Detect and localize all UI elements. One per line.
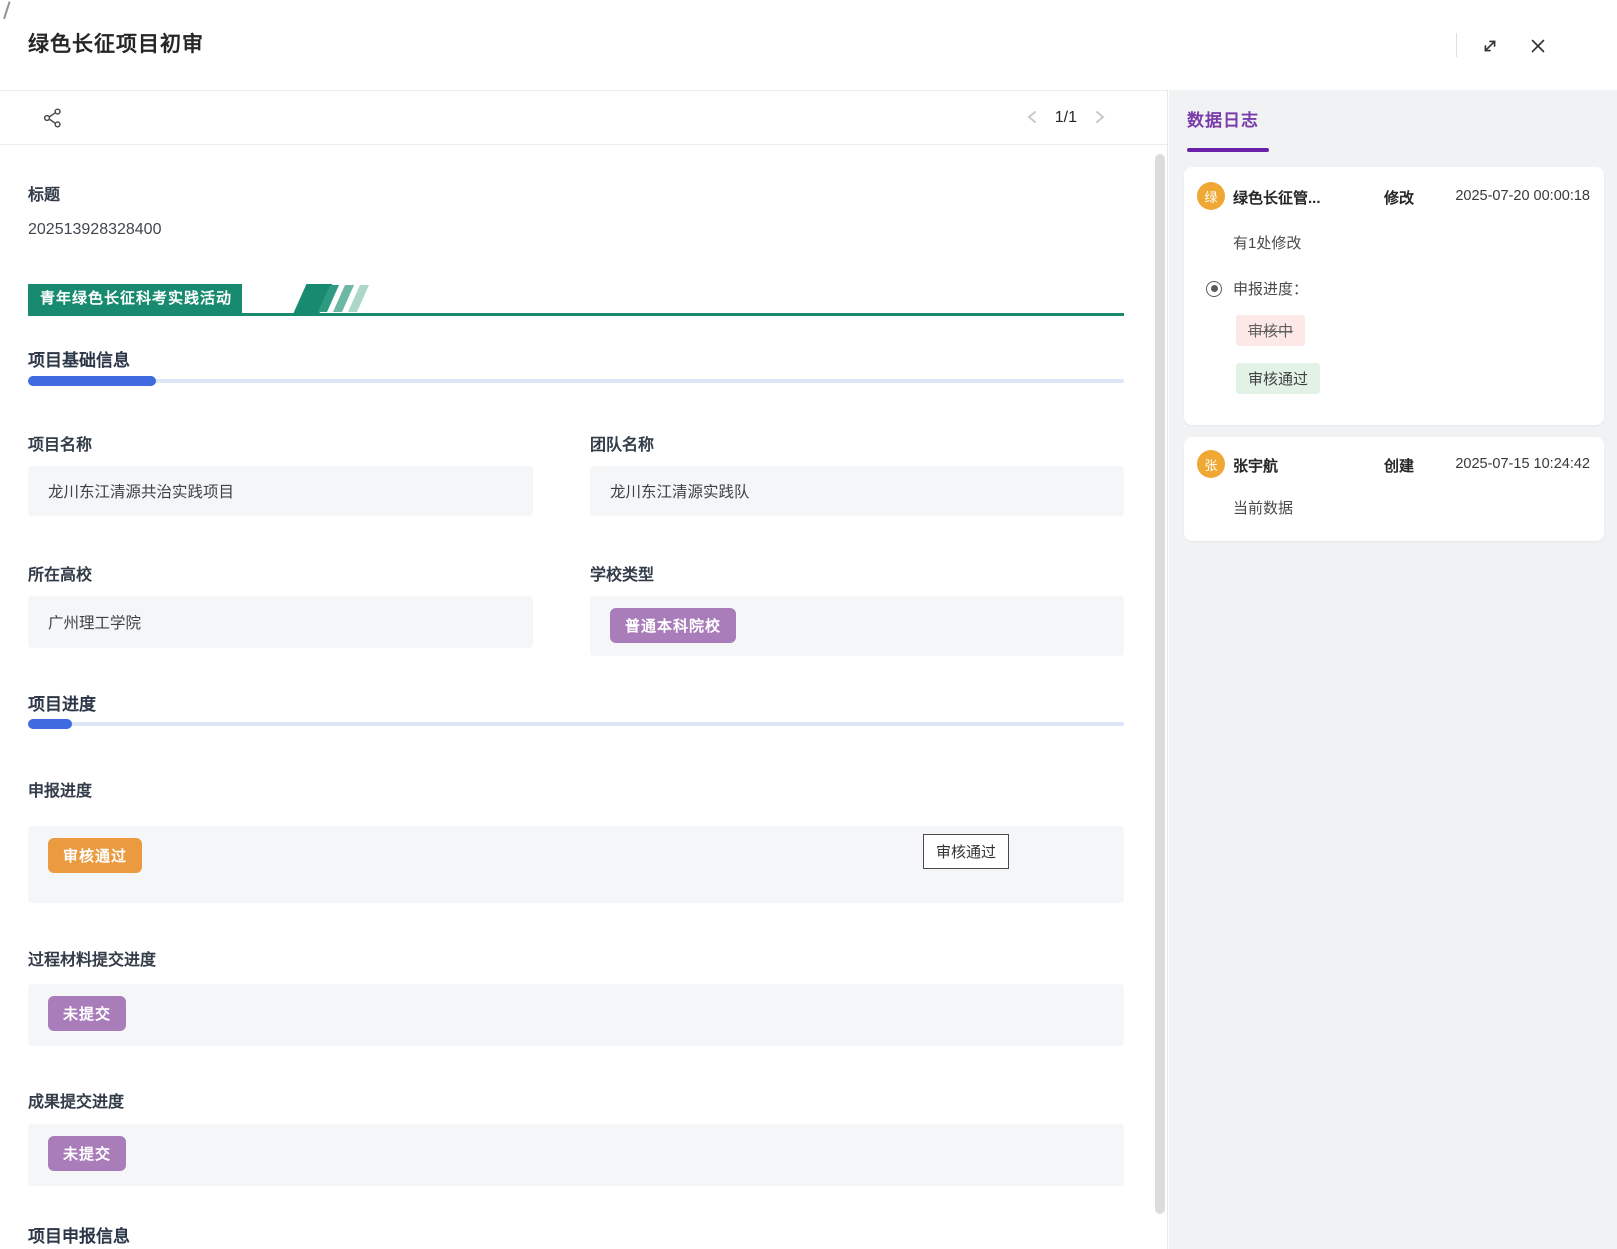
field-value: 龙川东江清源实践队 xyxy=(610,480,750,502)
log-changed-field: 申报进度： xyxy=(1206,278,1308,299)
log-old-value-badge: 审核中 xyxy=(1236,315,1305,346)
pager-prev-button[interactable] xyxy=(1023,105,1041,131)
toolbar: 1/1 xyxy=(0,90,1167,145)
progress-track xyxy=(28,379,1124,383)
page-title: 绿色长征项目初审 xyxy=(28,28,204,58)
chevron-left-icon xyxy=(1026,110,1038,127)
activity-banner-title: 青年绿色长征科考实践活动 xyxy=(28,284,242,313)
vertical-scrollbar-thumb[interactable] xyxy=(1155,154,1165,1214)
log-summary: 当前数据 xyxy=(1233,497,1293,518)
header-divider xyxy=(1456,33,1457,57)
data-log-sidebar: 数据日志 绿 绿色长征管... 修改 2025-07-20 00:00:18 有… xyxy=(1169,90,1617,1249)
close-button[interactable] xyxy=(1527,33,1553,59)
log-entry: 绿 绿色长征管... 修改 2025-07-20 00:00:18 有1处修改 … xyxy=(1184,167,1604,425)
section-apply-info: 项目申报信息 xyxy=(28,1222,130,1247)
tab-data-log[interactable]: 数据日志 xyxy=(1187,106,1259,131)
modal-header: 绿色长征项目初审 xyxy=(0,0,1617,90)
field-label-team-name: 团队名称 xyxy=(590,431,654,455)
share-icon xyxy=(42,117,64,132)
pager: 1/1 xyxy=(1023,105,1109,131)
log-user-name: 张宇航 xyxy=(1233,455,1278,476)
field-school-type: 普通本科院校 xyxy=(590,596,1124,656)
radio-icon xyxy=(1206,281,1222,297)
main-panel: 1/1 标题 202513928328400 青年绿色长征科考实践活动 项目基础… xyxy=(0,90,1168,1249)
log-new-value-badge: 审核通过 xyxy=(1236,363,1320,394)
log-field-label: 申报进度： xyxy=(1233,278,1308,299)
field-label-project-name: 项目名称 xyxy=(28,431,92,455)
expand-icon xyxy=(1479,35,1505,57)
field-label-result-progress: 成果提交进度 xyxy=(28,1088,124,1112)
field-apply-progress: 审核通过 审核通过 xyxy=(28,826,1124,903)
progress-track xyxy=(28,722,1124,726)
section-progress-bar xyxy=(28,719,1124,729)
field-label-school-type: 学校类型 xyxy=(590,561,654,585)
field-label-material-progress: 过程材料提交进度 xyxy=(28,946,156,970)
share-button[interactable] xyxy=(40,106,66,132)
review-modal: 绿色长征项目初审 xyxy=(0,0,1617,1249)
log-timestamp: 2025-07-15 10:24:42 xyxy=(1455,456,1590,472)
section-progress-bar xyxy=(28,376,1124,386)
tab-active-underline xyxy=(1187,148,1269,152)
log-summary: 有1处修改 xyxy=(1233,232,1301,253)
field-label-university: 所在高校 xyxy=(28,561,92,585)
expand-button[interactable] xyxy=(1479,33,1505,59)
chevron-right-icon xyxy=(1094,110,1106,127)
field-value: 广州理工学院 xyxy=(48,611,141,633)
field-result-progress: 未提交 xyxy=(28,1124,1124,1186)
activity-banner: 青年绿色长征科考实践活动 xyxy=(28,284,1124,316)
log-action: 创建 xyxy=(1384,455,1414,476)
progress-fill xyxy=(28,376,156,386)
log-timestamp: 2025-07-20 00:00:18 xyxy=(1455,188,1590,204)
log-action: 修改 xyxy=(1384,187,1414,208)
close-icon xyxy=(1527,35,1553,57)
doc-title-value: 202513928328400 xyxy=(28,221,161,239)
pager-text: 1/1 xyxy=(1055,109,1077,127)
pager-next-button[interactable] xyxy=(1091,105,1109,131)
apply-progress-badge: 审核通过 xyxy=(48,838,142,873)
window-corner-artifact xyxy=(0,0,11,19)
doc-title-label: 标题 xyxy=(28,181,60,205)
avatar: 张 xyxy=(1197,450,1225,478)
section-project-progress: 项目进度 xyxy=(28,690,96,715)
cursor-tooltip: 审核通过 xyxy=(923,834,1009,869)
avatar: 绿 xyxy=(1197,182,1225,210)
field-university: 广州理工学院 xyxy=(28,596,533,648)
field-label-apply-progress: 申报进度 xyxy=(28,777,92,801)
school-type-badge: 普通本科院校 xyxy=(610,608,736,643)
field-team-name: 龙川东江清源实践队 xyxy=(590,466,1124,516)
banner-underline xyxy=(28,313,1124,316)
log-entry: 张 张宇航 创建 2025-07-15 10:24:42 当前数据 xyxy=(1184,437,1604,541)
field-project-name: 龙川东江清源共治实践项目 xyxy=(28,466,533,516)
log-user-name: 绿色长征管... xyxy=(1233,187,1321,208)
section-basic-info: 项目基础信息 xyxy=(28,346,130,371)
field-value: 龙川东江清源共治实践项目 xyxy=(48,480,234,502)
material-progress-badge: 未提交 xyxy=(48,996,126,1031)
progress-fill xyxy=(28,719,72,729)
result-progress-badge: 未提交 xyxy=(48,1136,126,1171)
field-material-progress: 未提交 xyxy=(28,984,1124,1046)
